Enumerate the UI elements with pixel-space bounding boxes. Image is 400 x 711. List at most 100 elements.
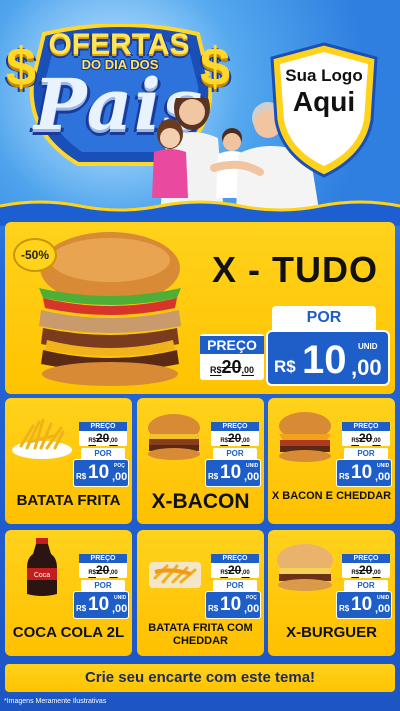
product-por-label: POR <box>213 580 257 591</box>
product-price-dec: ,00 <box>375 603 391 615</box>
burger-icon <box>148 414 200 460</box>
product-old-dec: ,00 <box>241 570 250 576</box>
dollar-sign-right: $ <box>200 37 231 97</box>
product-preco-label: PREÇO <box>79 554 127 563</box>
product-currency: R$ <box>208 604 219 613</box>
product-name: BATATA FRITA COM CHEDDAR <box>148 622 253 647</box>
title-ofertas: OFERTAS <box>48 28 190 61</box>
hero-price-dec: ,00 <box>351 355 382 380</box>
product-card[interactable]: Coca PREÇO R$20,00 POR R$ 10 UNID ,00 COCA COLA … <box>5 530 132 656</box>
hero-currency: R$ <box>274 357 296 376</box>
product-price-dec: ,00 <box>244 471 260 483</box>
product-old-int: 20 <box>358 563 373 577</box>
product-old-currency: R$ <box>351 438 359 444</box>
product-por-label: POR <box>81 448 125 459</box>
product-card[interactable]: PREÇO R$20,00 POR R$ 10 UNID ,00 X BACON E CHED… <box>268 398 395 524</box>
product-old-currency: R$ <box>220 438 228 444</box>
product-old-dec: ,00 <box>109 570 118 576</box>
hero-preco-label: PREÇO <box>200 336 264 354</box>
hero-por-label: POR <box>272 306 376 330</box>
product-price-dec: ,00 <box>244 603 260 615</box>
product-currency: R$ <box>208 472 219 481</box>
product-name: X-BURGUER <box>286 624 377 641</box>
product-price-int: 10 <box>88 462 110 483</box>
product-price-box: R$ 10 POÇ ,00 <box>205 591 261 619</box>
product-por-label: POR <box>81 580 125 591</box>
product-por-label: POR <box>344 580 388 591</box>
product-unit: UNID <box>377 463 390 469</box>
product-preco-label: PREÇO <box>79 422 127 431</box>
product-price-int: 10 <box>351 594 373 615</box>
dollar-sign-left: $ <box>6 37 37 97</box>
product-unit: POÇ <box>114 463 125 469</box>
product-old-price-box: PREÇO R$20,00 <box>342 554 390 578</box>
hero-price-box: R$ 10 UNID ,00 <box>266 330 390 386</box>
product-old-price: R$20,00 <box>211 431 259 448</box>
product-unit: UNID <box>246 463 259 469</box>
product-price-box: R$ 10 UNID ,00 <box>336 591 392 619</box>
product-price-int: 10 <box>88 594 110 615</box>
hero-old-price: R$20,00 <box>200 356 264 381</box>
product-old-price-box: PREÇO R$20,00 <box>79 422 127 446</box>
fries-icon <box>12 418 72 459</box>
product-price-int: 10 <box>351 462 373 483</box>
product-old-currency: R$ <box>88 438 96 444</box>
discount-badge: -50% <box>13 238 57 272</box>
svg-text:Coca: Coca <box>34 572 50 579</box>
product-price-dec: ,00 <box>112 471 128 483</box>
product-currency: R$ <box>339 604 350 613</box>
product-old-dec: ,00 <box>109 438 118 444</box>
logo-line-2: Aqui <box>292 86 356 117</box>
product-old-int: 20 <box>227 431 242 445</box>
product-old-currency: R$ <box>88 570 96 576</box>
product-card[interactable]: PREÇO R$20,00 POR R$ 10 UNID ,00 X-BURGUER <box>268 530 395 656</box>
hero-product-name: X - TUDO <box>212 249 378 290</box>
hero-old-int: 20 <box>221 357 242 377</box>
product-name: BATATA FRITA <box>16 492 121 509</box>
product-preco-label: PREÇO <box>211 554 259 563</box>
product-price-box: R$ 10 UNID ,00 <box>73 591 129 619</box>
product-unit: UNID <box>114 595 127 601</box>
logo-line-1: Sua Logo <box>285 66 363 85</box>
product-preco-label: PREÇO <box>211 422 259 431</box>
product-card[interactable]: PREÇO R$20,00 POR R$ 10 POÇ ,00 BATATA FRITA <box>5 398 132 524</box>
product-name: X BACON E CHEDDAR <box>271 490 392 502</box>
product-card[interactable]: PREÇO R$20,00 POR R$ 10 UNID ,00 X-BACON <box>137 398 264 524</box>
flyer-page: $ $ OFERTAS DO DIA DOS Pais Sua Logo Aqu… <box>0 0 400 711</box>
product-price-dec: ,00 <box>375 471 391 483</box>
hero-old-dec: ,00 <box>241 365 255 375</box>
product-old-int: 20 <box>227 563 242 577</box>
product-old-dec: ,00 <box>372 438 381 444</box>
product-por-label: POR <box>344 448 388 459</box>
footnote: *Imagens Meramente Ilustrativas <box>4 698 107 705</box>
product-name: COCA COLA 2L <box>12 624 125 641</box>
product-preco-label: PREÇO <box>342 422 390 431</box>
hero-price-int: 10 <box>302 338 347 382</box>
product-old-price-box: PREÇO R$20,00 <box>211 422 259 446</box>
soda-bottle-icon: Coca <box>27 538 57 596</box>
cta-banner[interactable]: Crie seu encarte com este tema! <box>5 664 395 692</box>
product-old-price-box: PREÇO R$20,00 <box>211 554 259 578</box>
logo-placeholder-text: Sua Logo Aqui <box>268 66 380 118</box>
product-old-price-box: PREÇO R$20,00 <box>79 554 127 578</box>
cheddar-burger-icon <box>279 412 331 462</box>
product-old-currency: R$ <box>220 570 228 576</box>
product-name: X-BACON <box>151 490 250 513</box>
hero-unit: UNID <box>358 342 378 351</box>
product-old-price: R$20,00 <box>79 563 127 580</box>
product-price-box: R$ 10 UNID ,00 <box>336 459 392 487</box>
product-price-box: R$ 10 POÇ ,00 <box>73 459 129 487</box>
product-price-box: R$ 10 UNID ,00 <box>205 459 261 487</box>
product-old-price: R$20,00 <box>211 563 259 580</box>
hero-old-price-box: PREÇO R$20,00 <box>200 334 264 380</box>
product-old-int: 20 <box>95 431 110 445</box>
product-currency: R$ <box>339 472 350 481</box>
header-banner: $ $ OFERTAS DO DIA DOS Pais Sua Logo Aqu… <box>0 0 400 215</box>
product-por-label: POR <box>213 448 257 459</box>
product-currency: R$ <box>76 604 87 613</box>
hero-old-currency: R$ <box>209 365 222 375</box>
product-old-dec: ,00 <box>241 438 250 444</box>
product-card[interactable]: PREÇO R$20,00 POR R$ 10 POÇ ,00 BATATA FRITA CO… <box>137 530 264 656</box>
product-price-int: 10 <box>220 462 242 483</box>
product-preco-label: PREÇO <box>342 554 390 563</box>
